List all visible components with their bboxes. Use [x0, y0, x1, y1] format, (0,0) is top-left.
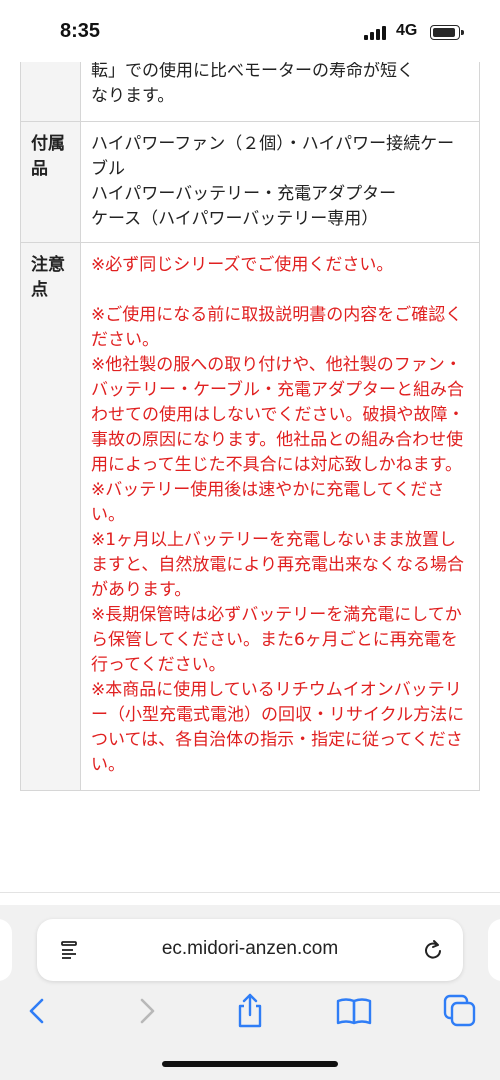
- battery-icon: [430, 25, 464, 40]
- table-row-motor: 転」での使用に比べモーターの寿命が短く なります。: [20, 62, 480, 122]
- accessory-line-2: ハイパワーバッテリー・充電アダプター: [91, 184, 397, 204]
- table-row-notes: 注意点 ※必ず同じシリーズでご使用ください。 ※ご使用になる前に取扱説明書の内容…: [20, 242, 480, 791]
- book-icon[interactable]: [334, 991, 374, 1031]
- accessory-line-1: ハイパワーファン（２個）・ハイパワー接続ケーブル: [91, 134, 455, 179]
- note-item: ※必ず同じシリーズでご使用ください。: [91, 255, 394, 275]
- screen: 8:35 4G 転」での使用に比べモーターの寿命が短く なります。 付属品 ハイ…: [0, 0, 500, 1080]
- next-tab-preview[interactable]: [488, 919, 500, 981]
- row-label: [20, 62, 81, 122]
- row-label-accessories: 付属品: [20, 121, 81, 243]
- accessory-line-3: ケース（ハイパワーバッテリー専用）: [91, 209, 379, 229]
- chevron-right-icon[interactable]: [126, 991, 166, 1031]
- url-text[interactable]: ec.midori-anzen.com: [37, 938, 463, 960]
- row-value-notes: ※必ず同じシリーズでご使用ください。 ※ご使用になる前に取扱説明書の内容をご確認…: [80, 242, 480, 791]
- network-type: 4G: [396, 22, 418, 39]
- note-item: ※本商品に使用しているリチウムイオンバッテリー（小型充電式電池）の回収・リサイク…: [91, 680, 465, 775]
- home-indicator[interactable]: [162, 1061, 338, 1067]
- spec-table: 転」での使用に比べモーターの寿命が短く なります。 付属品 ハイパワーファン（２…: [20, 62, 480, 791]
- signal-icon: [364, 26, 386, 40]
- previous-tab-preview[interactable]: [0, 919, 12, 981]
- table-row-accessories: 付属品 ハイパワーファン（２個）・ハイパワー接続ケーブル ハイパワーバッテリー・…: [20, 121, 480, 243]
- row-value: 転」での使用に比べモーターの寿命が短く なります。: [80, 62, 480, 122]
- motor-line-2: なります。: [91, 86, 175, 106]
- note-item: ※ご使用になる前に取扱説明書の内容をご確認ください。: [91, 305, 463, 350]
- browser-bottom-bar: ec.midori-anzen.com: [0, 905, 500, 1080]
- note-item: ※長期保管時は必ずバッテリーを満充電にしてから保管してください。また6ヶ月ごとに…: [91, 605, 462, 675]
- share-icon[interactable]: [230, 991, 270, 1031]
- note-item: ※他社製の服への取り付けや、他社製のファン・バッテリー・ケーブル・充電アダプター…: [91, 355, 465, 475]
- status-time: 8:35: [60, 20, 101, 42]
- row-value-accessories: ハイパワーファン（２個）・ハイパワー接続ケーブル ハイパワーバッテリー・充電アダ…: [80, 121, 480, 243]
- row-label-notes: 注意点: [20, 242, 81, 791]
- tabs-icon[interactable]: [440, 991, 480, 1031]
- reload-icon[interactable]: [421, 937, 445, 963]
- motor-line-1: 転」での使用に比べモーターの寿命が短く: [91, 62, 414, 81]
- status-bar: 8:35 4G: [0, 0, 500, 62]
- note-item: ※1ヶ月以上バッテリーを充電しないまま放置しますと、自然放電により再充電出来なく…: [91, 530, 464, 600]
- content-divider: [0, 892, 500, 893]
- page-content[interactable]: 転」での使用に比べモーターの寿命が短く なります。 付属品 ハイパワーファン（２…: [0, 62, 500, 892]
- chevron-left-icon[interactable]: [18, 991, 58, 1031]
- browser-toolbar: [0, 987, 500, 1037]
- address-bar[interactable]: ec.midori-anzen.com: [37, 919, 463, 981]
- note-item: ※バッテリー使用後は速やかに充電してください。: [91, 480, 445, 525]
